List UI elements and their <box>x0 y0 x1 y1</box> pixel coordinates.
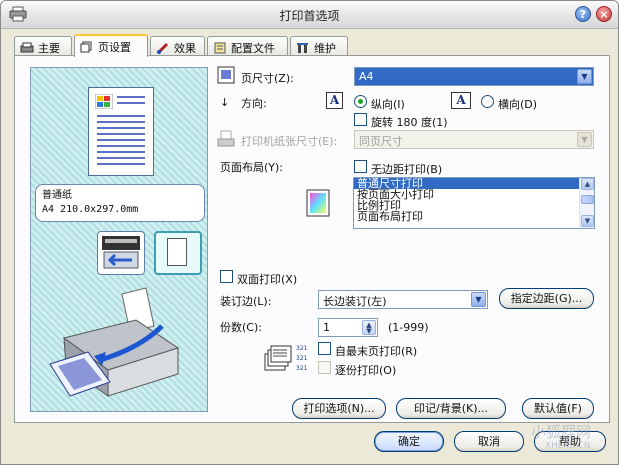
layout-scrollbar[interactable]: ▲ ▼ <box>579 178 594 228</box>
duplex-checkbox[interactable] <box>220 270 233 283</box>
landscape-radio[interactable] <box>481 95 494 108</box>
profile-icon <box>214 42 226 54</box>
tab-maintenance[interactable]: 维护 <box>290 36 348 56</box>
collate-pages-icon: 321 321 321 <box>264 345 308 372</box>
page-size-select[interactable]: A4 ▼ <box>354 67 594 86</box>
stepper-arrows-icon[interactable]: ▲ ▼ <box>362 320 376 335</box>
cancel-button[interactable]: 取消 <box>454 431 524 452</box>
text-line <box>97 121 145 123</box>
title-bar: 打印首选项 ? × <box>1 1 618 29</box>
tab-page-setup-label: 页设置 <box>98 41 131 54</box>
tab-page-setup[interactable]: 页设置 <box>74 34 148 57</box>
printer-icon <box>20 42 34 53</box>
text-line <box>117 102 145 104</box>
svg-text:321: 321 <box>296 345 308 352</box>
tab-maintenance-label: 维护 <box>314 42 336 55</box>
scroll-down-icon[interactable]: ▼ <box>581 215 594 227</box>
chevron-down-icon: ▼ <box>577 132 592 147</box>
printer-paper-value: 同页尺寸 <box>359 135 403 148</box>
paper-type-text: 普通纸 <box>42 190 72 201</box>
tab-effects-label: 效果 <box>174 42 196 55</box>
print-preferences-window: 打印首选项 ? × 主要 页设置 效果 配置文件 维护 普通纸 A4 210.0… <box>0 0 619 465</box>
tab-profiles-label: 配置文件 <box>231 42 275 55</box>
brush-icon <box>156 42 169 54</box>
copies-label: 份数(C): <box>220 321 262 334</box>
portrait-a-icon: A <box>326 92 343 109</box>
portrait-radio[interactable] <box>354 95 367 108</box>
reverse-order-label: 自最末页打印(R) <box>335 345 418 358</box>
pages-icon <box>80 41 92 53</box>
watermark-cn: 小狐狸网 <box>531 423 592 441</box>
paper-info-box: 普通纸 A4 210.0x297.0mm <box>35 184 205 222</box>
chevron-down-icon: ▼ <box>471 292 486 307</box>
page-setup-panel: 普通纸 A4 210.0x297.0mm 页尺寸(Z): A4 ▼ ↓ 方向: … <box>14 55 610 423</box>
text-line <box>97 127 145 129</box>
paper-feed-icon <box>97 231 145 275</box>
page-size-label: 页尺寸(Z): <box>241 72 294 85</box>
specify-margin-button[interactable]: 指定边距(G)... <box>499 288 594 309</box>
rotate-180-label: 旋转 180 度(1) <box>371 116 448 129</box>
window-title: 打印首选项 <box>279 9 340 23</box>
text-line <box>97 133 145 135</box>
rotate-180-checkbox[interactable] <box>354 113 367 126</box>
down-arrow-icon: ↓ <box>220 96 230 109</box>
print-options-button[interactable]: 打印选项(N)... <box>292 398 386 419</box>
site-watermark: 小狐狸网 XHLKS.CN <box>521 421 617 461</box>
binding-label: 装订边(L): <box>220 295 272 308</box>
borderless-checkbox[interactable] <box>354 160 367 173</box>
tab-profiles[interactable]: 配置文件 <box>207 36 288 56</box>
layout-listbox[interactable]: 普通尺寸打印 按页面大小打印 比例打印 页面布局打印 ▲ ▼ <box>353 177 595 229</box>
collate-checkbox[interactable] <box>318 361 331 374</box>
help-window-button[interactable]: ? <box>575 6 591 22</box>
binding-select[interactable]: 长边装订(左) ▼ <box>318 290 488 309</box>
binding-value: 长边装订(左) <box>323 295 387 308</box>
tab-effects[interactable]: 效果 <box>150 36 205 56</box>
page-size-value: A4 <box>359 70 374 83</box>
text-line <box>117 96 145 98</box>
printer-paper-icon <box>217 130 235 147</box>
text-line <box>97 139 145 141</box>
svg-text:321: 321 <box>296 355 308 362</box>
ok-button[interactable]: 确定 <box>374 431 444 452</box>
tools-icon <box>297 43 308 53</box>
portrait-page-icon <box>154 231 202 275</box>
copies-stepper[interactable]: 1 ▲ ▼ <box>318 318 378 337</box>
printer-paper-select[interactable]: 同页尺寸 ▼ <box>354 130 594 149</box>
landscape-label: 横向(D) <box>498 98 538 111</box>
text-line <box>97 151 145 153</box>
text-line <box>97 157 145 159</box>
paper-size-text: A4 210.0x297.0mm <box>42 204 139 215</box>
reverse-order-checkbox[interactable] <box>318 342 331 355</box>
duplex-label: 双面打印(X) <box>237 273 298 286</box>
photo-thumbnail-icon <box>95 94 113 109</box>
portrait-label: 纵向(I) <box>371 98 405 111</box>
svg-text:321: 321 <box>296 365 308 372</box>
layout-preview-icon <box>306 189 330 217</box>
text-line <box>97 163 145 165</box>
orientation-label: 方向: <box>241 97 267 110</box>
borderless-label: 无边距打印(B) <box>371 163 443 176</box>
scroll-thumb[interactable] <box>581 195 594 204</box>
copies-value: 1 <box>323 321 330 334</box>
collate-label: 逐份打印(O) <box>335 364 397 377</box>
watermark-en: XHLKS.CN <box>545 441 591 451</box>
close-window-button[interactable]: × <box>596 6 612 22</box>
printer-illustration <box>49 287 180 397</box>
text-line <box>97 145 145 147</box>
document-preview <box>88 87 154 176</box>
landscape-a-icon: A <box>451 92 471 109</box>
layout-label: 页面布局(Y): <box>220 161 284 174</box>
scroll-up-icon[interactable]: ▲ <box>581 178 594 190</box>
defaults-button[interactable]: 默认值(F) <box>522 398 594 419</box>
layout-option[interactable]: 页面布局打印 <box>354 211 594 222</box>
tab-main[interactable]: 主要 <box>14 36 72 56</box>
stamp-background-button[interactable]: 印记/背景(K)... <box>396 398 506 419</box>
text-line <box>97 115 145 117</box>
copies-range: (1-999) <box>388 321 429 334</box>
page-size-icon <box>217 66 235 84</box>
printer-paper-label: 打印机纸张尺寸(E): <box>241 135 338 148</box>
chevron-down-icon: ▼ <box>577 69 592 84</box>
tab-main-label: 主要 <box>38 42 60 55</box>
preview-area: 普通纸 A4 210.0x297.0mm <box>30 67 208 412</box>
